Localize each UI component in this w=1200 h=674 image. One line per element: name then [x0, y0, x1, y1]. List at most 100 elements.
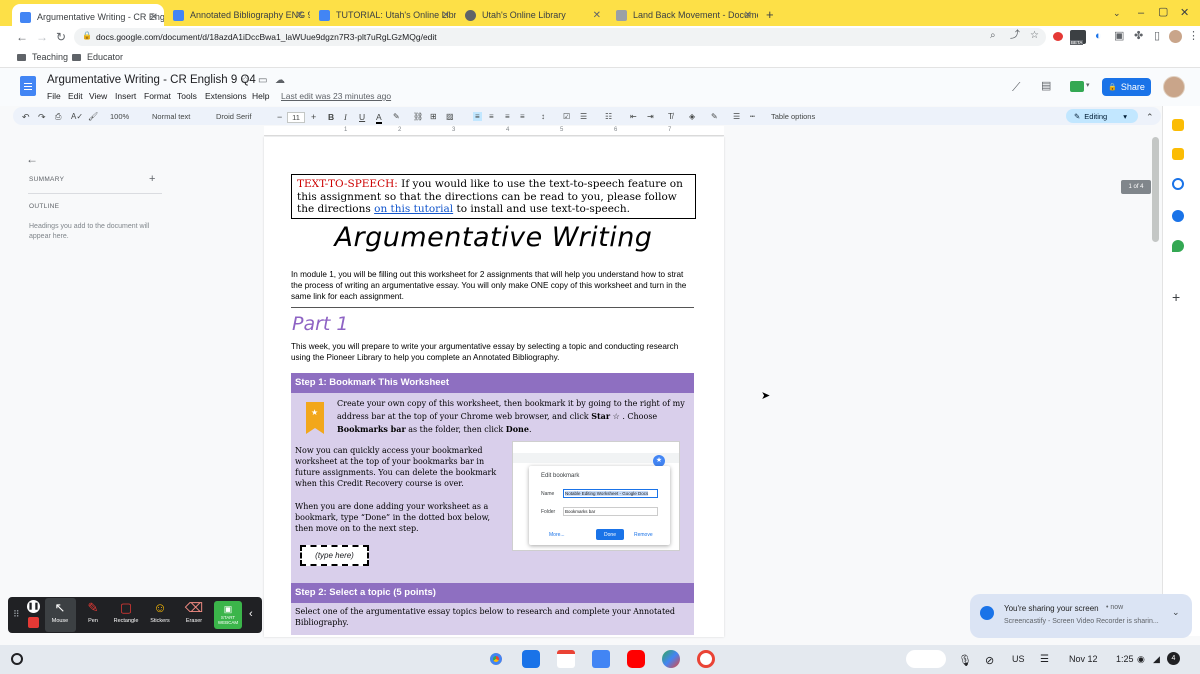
- close-icon[interactable]: ✕: [296, 10, 304, 21]
- redo-icon[interactable]: ↷: [38, 112, 46, 123]
- editing-mode-select[interactable]: ✎ Editing ▾: [1066, 109, 1138, 123]
- maps-icon[interactable]: [1172, 240, 1184, 252]
- numbered-list-icon[interactable]: ☷: [605, 112, 612, 121]
- tab-annotated-bibliography[interactable]: Annotated Bibliography ENG 9CR ✕: [165, 4, 310, 26]
- menu-view[interactable]: View: [89, 91, 107, 101]
- menu-help[interactable]: Help: [252, 91, 269, 101]
- chevron-down-icon[interactable]: ▾: [1086, 82, 1090, 89]
- scrollbar[interactable]: [1152, 137, 1159, 242]
- meet-icon[interactable]: [1070, 81, 1084, 92]
- clear-formatting-icon[interactable]: T̸: [668, 112, 673, 121]
- star-icon[interactable]: ☆: [1030, 31, 1039, 41]
- minimize-icon[interactable]: –: [1138, 8, 1144, 19]
- files-icon[interactable]: [522, 650, 540, 668]
- undo-icon[interactable]: ↶: [22, 112, 30, 123]
- search-icon[interactable]: ⌕: [990, 31, 996, 41]
- star-icon[interactable]: ☆: [241, 76, 250, 86]
- drag-handle-icon[interactable]: ⠿: [13, 609, 20, 620]
- bulleted-list-icon[interactable]: ☰: [580, 112, 587, 121]
- holding-space-icon[interactable]: [906, 650, 946, 668]
- chevron-down-icon[interactable]: ⌄: [1113, 9, 1121, 18]
- tts-box[interactable]: TEXT-TO-SPEECH: If you would like to use…: [291, 174, 696, 219]
- clipboard-icon[interactable]: ☰: [1040, 654, 1049, 665]
- border-color-icon[interactable]: ✎: [711, 112, 718, 121]
- gmail-icon[interactable]: [557, 650, 575, 668]
- new-tab-icon[interactable]: +: [766, 8, 774, 21]
- do-not-disturb-icon[interactable]: ⊘: [985, 654, 994, 667]
- tab-land-back[interactable]: Land Back Movement - Docume ✕: [608, 4, 758, 26]
- launcher-icon[interactable]: [11, 653, 23, 665]
- bold-icon[interactable]: B: [328, 112, 334, 122]
- add-icon[interactable]: +: [1172, 290, 1180, 304]
- menu-insert[interactable]: Insert: [115, 91, 136, 101]
- font-size-input[interactable]: 11: [287, 112, 305, 123]
- screen-share-notification[interactable]: [970, 594, 1192, 638]
- align-right-icon[interactable]: ≡: [505, 112, 510, 121]
- extension-icon[interactable]: ◐: [1095, 31, 1102, 42]
- more-vert-icon[interactable]: ⋮: [1188, 31, 1199, 42]
- maximize-icon[interactable]: ▢: [1158, 7, 1168, 18]
- align-left-icon[interactable]: ≡: [473, 112, 482, 121]
- reload-icon[interactable]: ↻: [56, 31, 66, 43]
- screen-record-icon[interactable]: ◉: [1137, 654, 1145, 665]
- eraser-tool[interactable]: ⌫ Eraser: [179, 601, 209, 625]
- paint-format-icon[interactable]: 🖌: [88, 112, 98, 121]
- type-here-box[interactable]: (type here): [300, 545, 369, 566]
- rectangle-tool[interactable]: ▢ Rectangle: [111, 601, 141, 625]
- puzzle-icon[interactable]: ✤: [1134, 31, 1143, 42]
- comment-icon[interactable]: ▤: [1041, 81, 1051, 92]
- youtube-icon[interactable]: [627, 650, 645, 668]
- extension-icon[interactable]: ▣: [1114, 31, 1124, 42]
- time[interactable]: 1:25: [1116, 654, 1134, 664]
- docs-icon[interactable]: [592, 650, 610, 668]
- menu-extensions[interactable]: Extensions: [205, 91, 247, 101]
- link-icon[interactable]: ⛓: [413, 112, 423, 121]
- keep-icon[interactable]: [1172, 119, 1184, 131]
- font-select[interactable]: Droid Serif: [216, 112, 251, 121]
- menu-format[interactable]: Format: [144, 91, 171, 101]
- side-panel-icon[interactable]: ▯: [1154, 31, 1160, 42]
- forward-icon[interactable]: →: [36, 31, 48, 43]
- bookmark-educator[interactable]: Educator: [72, 52, 123, 62]
- document-title[interactable]: Argumentative Writing - CR English 9 Q4: [47, 74, 256, 86]
- back-icon[interactable]: ←: [16, 31, 28, 43]
- zoom-select[interactable]: 100%: [110, 112, 129, 121]
- chevron-down-icon[interactable]: ⌄: [1172, 607, 1180, 618]
- tab-utah-online-library[interactable]: Utah's Online Library ✕: [457, 4, 607, 26]
- spellcheck-icon[interactable]: A✓: [71, 112, 83, 121]
- input-method[interactable]: US: [1012, 654, 1025, 664]
- insert-image-icon[interactable]: ▨: [446, 112, 454, 121]
- close-icon[interactable]: ✕: [442, 10, 450, 21]
- increase-font-icon[interactable]: +: [311, 112, 316, 122]
- add-summary-icon[interactable]: +: [149, 173, 155, 185]
- cell-background-icon[interactable]: ◈: [689, 112, 695, 121]
- address-bar[interactable]: 🔒 docs.google.com/document/d/18azdA1iDcc…: [74, 28, 1046, 46]
- style-select[interactable]: Normal text: [152, 112, 190, 121]
- stop-icon[interactable]: [28, 617, 39, 628]
- print-icon[interactable]: ⎙: [55, 112, 61, 122]
- add-comment-icon[interactable]: ⊞: [430, 112, 437, 121]
- screencastify-extension-icon[interactable]: [1053, 32, 1063, 41]
- tasks-icon[interactable]: [1172, 178, 1184, 190]
- microphone-icon[interactable]: 🎙: [958, 654, 972, 667]
- avatar[interactable]: [1163, 76, 1185, 98]
- share-icon[interactable]: ⤴: [1010, 31, 1020, 41]
- start-webcam-button[interactable]: ▣ START WEBCAM: [214, 601, 242, 629]
- decrease-indent-icon[interactable]: ⇤: [630, 112, 637, 121]
- menu-tools[interactable]: Tools: [177, 91, 197, 101]
- profile-avatar[interactable]: [1169, 30, 1182, 43]
- underline-icon[interactable]: U: [359, 112, 365, 122]
- close-icon[interactable]: ✕: [150, 12, 158, 23]
- collapse-icon[interactable]: ‹: [249, 608, 253, 620]
- menu-file[interactable]: File: [47, 91, 61, 101]
- wifi-icon[interactable]: ◢: [1153, 654, 1160, 665]
- border-width-icon[interactable]: ☰: [733, 112, 740, 121]
- tutorial-link[interactable]: on this tutorial: [374, 203, 453, 215]
- align-justify-icon[interactable]: ≡: [520, 112, 525, 121]
- border-dash-icon[interactable]: ┅: [750, 112, 755, 121]
- checklist-icon[interactable]: ☑: [563, 112, 570, 121]
- close-icon[interactable]: ✕: [593, 10, 601, 21]
- close-window-icon[interactable]: ✕: [1180, 8, 1189, 19]
- share-button[interactable]: 🔒 Share: [1102, 78, 1151, 96]
- activity-trend-icon[interactable]: ⟋: [1012, 81, 1020, 93]
